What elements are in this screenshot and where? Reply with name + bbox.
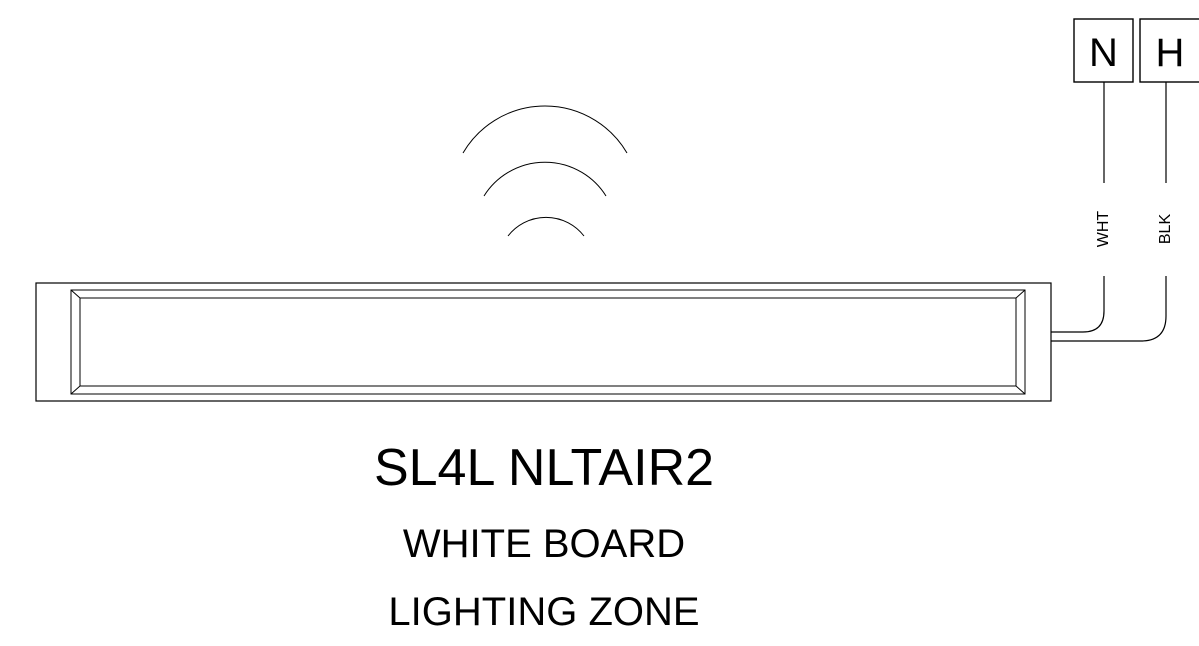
caption-line-2: WHITE BOARD (403, 522, 685, 566)
neutral-wire-label: WHT (1095, 211, 1112, 248)
fixture-lens-inner (79, 297, 1017, 387)
fixture-lens-outer (70, 289, 1026, 395)
fixture-bevel-tl (70, 289, 81, 299)
terminal-neutral-label: N (1089, 31, 1118, 75)
hot-wire (1051, 276, 1167, 342)
fixture-housing (35, 282, 1052, 402)
wiring-diagram: WHT BLK N H SL4L NLTAIR2 WHITE BOARD LIG… (35, 18, 1199, 634)
terminal-hot-label: H (1156, 31, 1185, 75)
wiring: WHT BLK (1051, 82, 1174, 342)
terminal-hot: H (1139, 18, 1199, 83)
fixture-bevel-tr (1015, 289, 1026, 299)
caption-line-3: LIGHTING ZONE (388, 590, 699, 634)
signal-arc-middle (483, 161, 607, 197)
hot-wire-label: BLK (1157, 214, 1174, 245)
signal-arc-outer (462, 105, 628, 154)
wireless-signal-icon (462, 105, 628, 237)
model-title: SL4L NLTAIR2 (374, 439, 714, 497)
neutral-wire (1051, 276, 1105, 333)
light-fixture (35, 282, 1052, 402)
signal-arc-inner (507, 216, 585, 237)
fixture-bevel-br (1015, 385, 1026, 395)
fixture-bevel-bl (70, 385, 81, 395)
terminal-neutral: N (1073, 18, 1134, 83)
